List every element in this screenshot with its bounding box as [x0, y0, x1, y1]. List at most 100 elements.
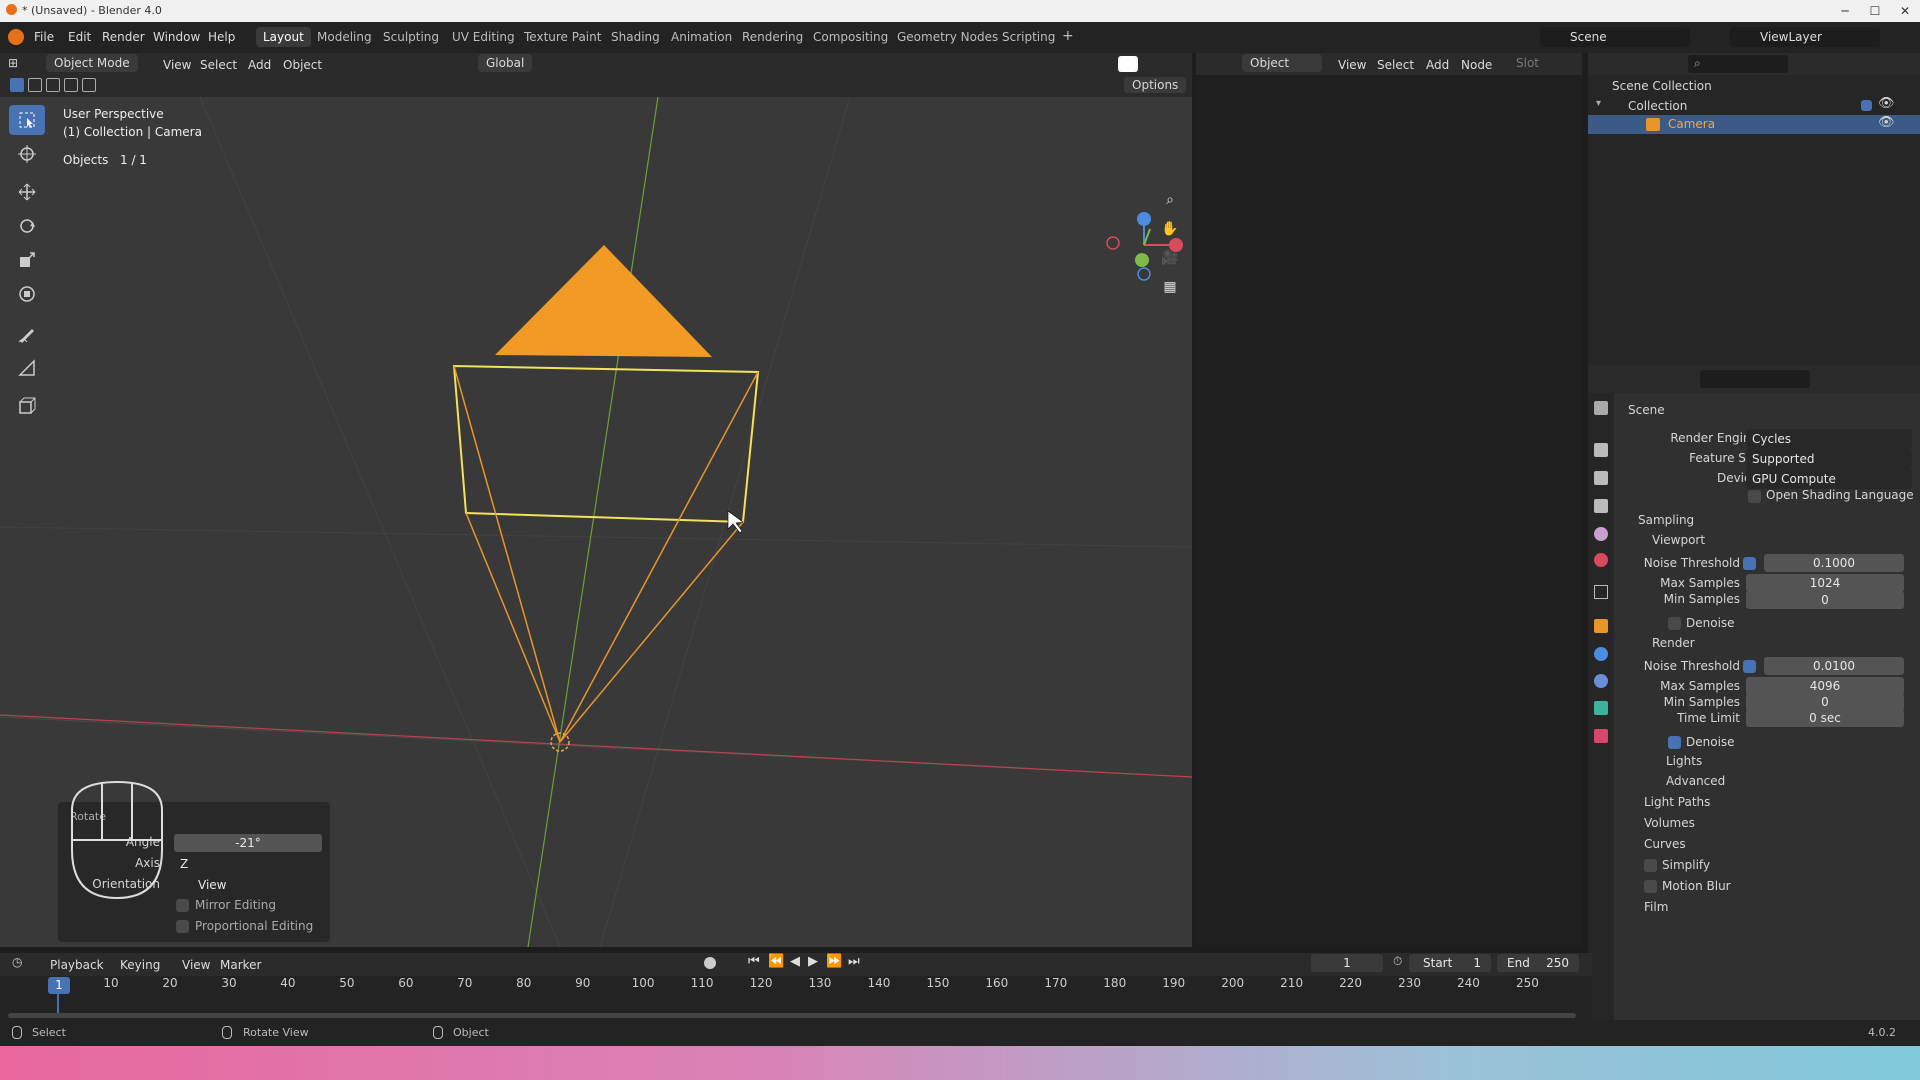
vp-noise-threshold-checkbox[interactable]: [1743, 557, 1756, 570]
r-denoise-checkbox[interactable]: [1668, 736, 1681, 749]
physics-tab-icon[interactable]: [1594, 647, 1608, 661]
camera-view-icon[interactable]: 🎥: [1157, 245, 1183, 271]
prev-key-icon[interactable]: ⏪: [768, 954, 784, 969]
mirror-editing-checkbox[interactable]: [176, 899, 189, 912]
node-menu-view[interactable]: View: [1338, 56, 1366, 74]
select-mode-new-icon[interactable]: [10, 78, 24, 92]
vp-noise-threshold-field[interactable]: 0.1000: [1764, 554, 1904, 572]
start-frame-field[interactable]: Start 1: [1409, 954, 1491, 972]
render-engine-dropdown[interactable]: Cycles: [1746, 429, 1912, 449]
play-reverse-icon[interactable]: ◀: [790, 954, 800, 969]
tab-shading[interactable]: Shading: [604, 27, 667, 47]
motion-blur-checkbox[interactable]: [1644, 880, 1657, 893]
r-noise-threshold-field[interactable]: 0.0100: [1764, 657, 1904, 675]
rotate-tool[interactable]: [9, 211, 45, 241]
orientation-dropdown[interactable]: View: [174, 875, 322, 895]
options-dropdown[interactable]: Options: [1124, 77, 1187, 93]
pan-hand-icon[interactable]: ✋: [1157, 216, 1183, 242]
menu-help[interactable]: Help: [208, 28, 235, 46]
viewport-menu-add[interactable]: Add: [248, 56, 271, 74]
viewport-menu-select[interactable]: Select: [200, 56, 237, 74]
tab-uv-editing[interactable]: UV Editing: [445, 27, 522, 47]
lights-section[interactable]: Lights: [1666, 754, 1702, 768]
r-denoise-label[interactable]: Denoise: [1686, 735, 1735, 749]
move-tool[interactable]: [9, 177, 45, 207]
solid-shading-button[interactable]: [1118, 56, 1138, 72]
time-limit-field[interactable]: 0 sec: [1746, 709, 1904, 727]
object-mode-dropdown[interactable]: Object Mode: [46, 54, 138, 72]
timeline-menu-view[interactable]: View: [182, 956, 210, 974]
outliner-scene-collection[interactable]: Scene Collection: [1612, 79, 1712, 93]
view-layer-selector[interactable]: ViewLayer: [1730, 27, 1880, 47]
measure-tool[interactable]: [9, 353, 45, 383]
collection-exclude-checkbox[interactable]: [1861, 100, 1872, 111]
menu-edit[interactable]: Edit: [68, 28, 91, 46]
select-mode-invert-icon[interactable]: [64, 78, 78, 92]
view-layer-tab-icon[interactable]: [1594, 499, 1608, 513]
constraints-tab-icon[interactable]: [1594, 674, 1608, 688]
outliner-search[interactable]: [1688, 55, 1788, 73]
outliner-camera-row[interactable]: [1588, 115, 1920, 134]
proportional-editing-checkbox[interactable]: [176, 920, 189, 933]
blender-menu-icon[interactable]: [8, 29, 24, 45]
playhead-frame[interactable]: 1: [48, 977, 70, 994]
current-frame-field[interactable]: 1: [1311, 954, 1383, 972]
node-menu-node[interactable]: Node: [1461, 56, 1492, 74]
menu-window[interactable]: Window: [153, 28, 200, 46]
outliner-collection[interactable]: Collection: [1628, 99, 1687, 113]
tab-animation[interactable]: Animation: [664, 27, 739, 47]
feature-set-dropdown[interactable]: Supported: [1746, 449, 1912, 469]
timeline-editor-icon[interactable]: ◷: [12, 955, 22, 969]
r-noise-threshold-checkbox[interactable]: [1743, 660, 1756, 673]
advanced-section[interactable]: Advanced: [1666, 774, 1725, 788]
texture-tab-icon[interactable]: [1594, 729, 1608, 743]
angle-field[interactable]: -21°: [174, 834, 322, 852]
vp-denoise-label[interactable]: Denoise: [1686, 616, 1735, 630]
simplify-checkbox[interactable]: [1644, 859, 1657, 872]
volumes-section[interactable]: Volumes: [1644, 816, 1695, 830]
transform-tool[interactable]: [9, 279, 45, 309]
data-tab-icon[interactable]: [1594, 701, 1608, 715]
end-frame-field[interactable]: End 250: [1497, 954, 1579, 972]
minimize-icon[interactable]: ─: [1830, 2, 1860, 20]
add-workspace-icon[interactable]: +: [1062, 28, 1074, 44]
timeline-menu-keying[interactable]: Keying: [120, 956, 160, 974]
axis-dropdown[interactable]: Z: [174, 854, 322, 874]
jump-start-icon[interactable]: ⏮: [748, 954, 760, 969]
tab-geometry-nodes[interactable]: Geometry Nodes: [890, 27, 1005, 47]
vp-min-samples-field[interactable]: 0: [1746, 591, 1904, 609]
select-mode-subtract-icon[interactable]: [46, 78, 60, 92]
maximize-icon[interactable]: ☐: [1860, 2, 1890, 20]
ortho-grid-icon[interactable]: ▦: [1157, 274, 1183, 300]
node-menu-add[interactable]: Add: [1426, 56, 1449, 74]
tab-compositing[interactable]: Compositing: [806, 27, 895, 47]
camera-visibility-eye-icon[interactable]: 👁: [1878, 115, 1895, 130]
zoom-icon[interactable]: ⌕: [1157, 187, 1183, 213]
render-subsection[interactable]: Render: [1652, 636, 1695, 650]
vp-denoise-checkbox[interactable]: [1668, 617, 1681, 630]
node-editor[interactable]: [1196, 75, 1582, 947]
record-icon[interactable]: [704, 957, 716, 969]
tab-rendering[interactable]: Rendering: [735, 27, 810, 47]
transform-orientation-dropdown[interactable]: Global: [478, 54, 533, 72]
tab-texture-paint[interactable]: Texture Paint: [517, 27, 608, 47]
vp-max-samples-field[interactable]: 1024: [1746, 574, 1904, 592]
timeline-menu-marker[interactable]: Marker: [220, 956, 261, 974]
collection-tab-icon[interactable]: [1594, 585, 1608, 599]
light-paths-section[interactable]: Light Paths: [1644, 795, 1710, 809]
add-cube-tool[interactable]: [9, 391, 45, 421]
tab-sculpting[interactable]: Sculpting: [376, 27, 446, 47]
jump-end-icon[interactable]: ⏭: [848, 954, 860, 969]
play-icon[interactable]: ▶: [808, 954, 818, 969]
3d-viewport[interactable]: User Perspective (1) Collection | Camera…: [0, 97, 1192, 947]
curves-section[interactable]: Curves: [1644, 837, 1686, 851]
film-section[interactable]: Film: [1644, 900, 1668, 914]
select-mode-extend-icon[interactable]: [28, 78, 42, 92]
sampling-section[interactable]: Sampling: [1638, 513, 1694, 527]
select-mode-intersect-icon[interactable]: [82, 78, 96, 92]
world-tab-icon[interactable]: [1594, 553, 1608, 567]
editor-type-icon[interactable]: ⊞: [8, 56, 18, 70]
menu-file[interactable]: File: [34, 28, 54, 46]
output-tab-icon[interactable]: [1594, 471, 1608, 485]
collection-visibility-eye-icon[interactable]: 👁: [1878, 96, 1895, 111]
